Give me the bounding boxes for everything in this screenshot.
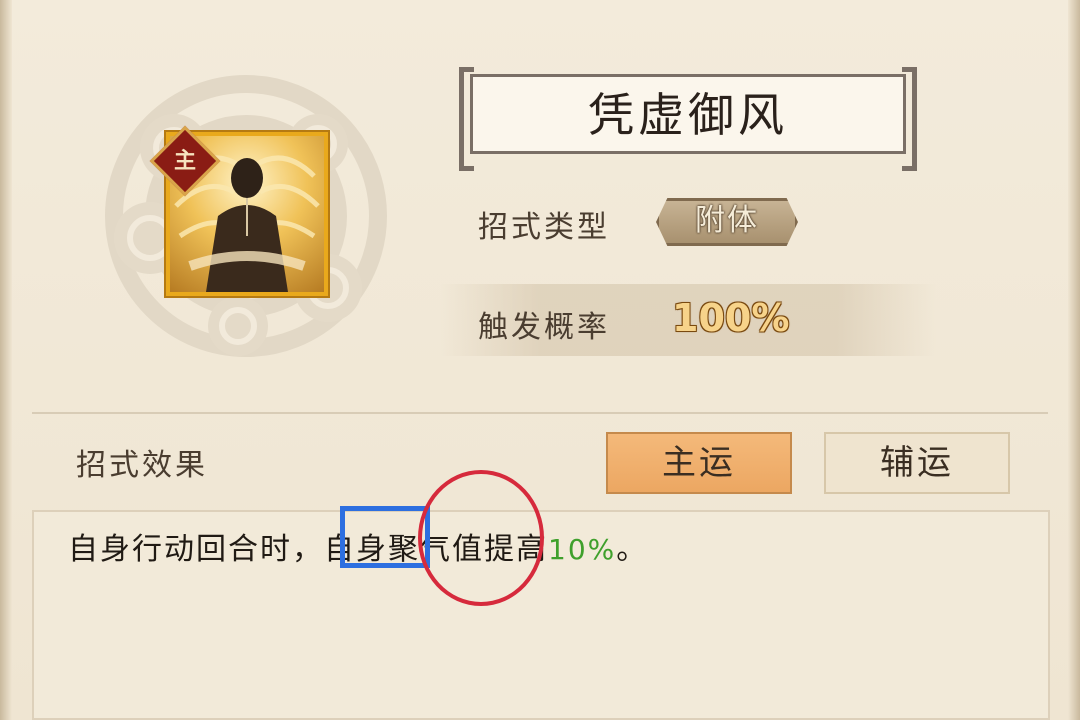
trigger-probability-label: 触发概率 [478, 310, 610, 345]
effect-section-label: 招式效果 [76, 448, 208, 483]
tab-main-effect[interactable]: 主运 [606, 432, 792, 494]
effect-description-end: 。 [616, 532, 649, 567]
skill-type-label: 招式类型 [478, 210, 610, 245]
annotation-circle [418, 470, 544, 606]
annotation-rectangle [340, 506, 430, 568]
skill-title: 凭虚御风 [588, 88, 788, 142]
skill-type-value: 附体 [695, 203, 759, 238]
trigger-probability-value: 100% [672, 296, 790, 340]
skill-title-plate: 凭虚御风 [459, 67, 917, 171]
effect-value: 10% [548, 533, 617, 566]
section-divider [32, 412, 1048, 414]
panel-edge [0, 0, 12, 720]
main-badge-label: 主 [173, 148, 196, 174]
tab-assist-effect[interactable]: 辅运 [824, 432, 1010, 494]
panel-edge [1068, 0, 1080, 720]
